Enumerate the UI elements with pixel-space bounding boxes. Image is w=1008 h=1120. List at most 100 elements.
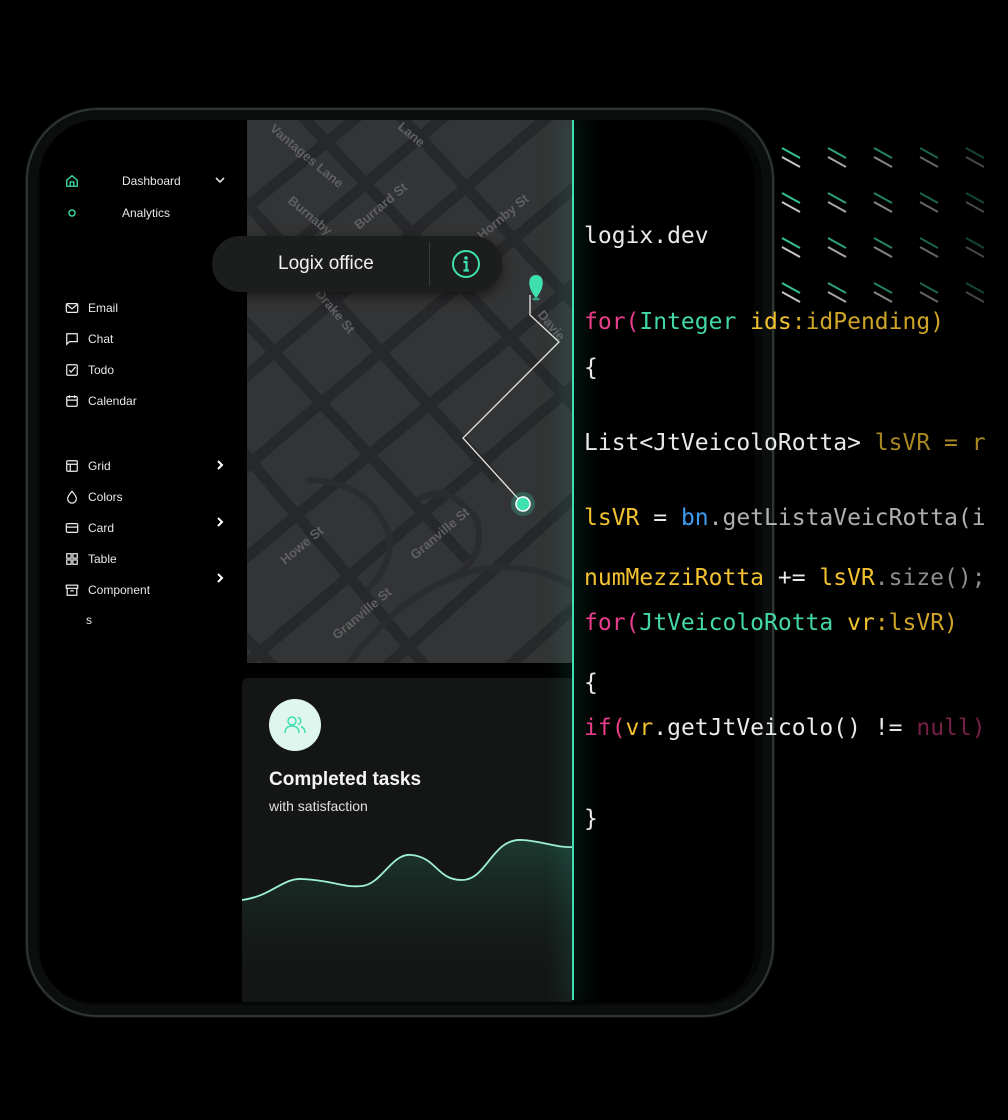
sidebar-item-label: Todo	[88, 363, 115, 377]
archive-icon	[64, 582, 80, 598]
checkbox-icon	[64, 362, 80, 378]
slash-mark	[781, 291, 801, 303]
calendar-icon	[64, 393, 80, 409]
map-view[interactable]: Vantages Lane Lane Burnaby Burrard St Ho…	[247, 120, 572, 663]
slash-mark	[827, 237, 847, 249]
location-callout[interactable]: Logix office	[212, 236, 502, 292]
slash-mark	[965, 147, 985, 159]
slash-mark	[827, 192, 847, 204]
slash-mark	[781, 237, 801, 249]
slash-mark	[873, 282, 893, 294]
sidebar-item-label: Grid	[88, 459, 111, 473]
sidebar-item-analytics[interactable]: Analytics	[64, 205, 170, 221]
sidebar-item-card[interactable]: Card	[64, 520, 114, 536]
sidebar-item-todo[interactable]: Todo	[64, 362, 114, 378]
slash-mark	[919, 291, 939, 303]
sidebar-item-colors[interactable]: Colors	[64, 489, 123, 505]
sidebar-item-label: s	[86, 613, 92, 627]
slash-mark	[919, 282, 939, 294]
chevron-right-icon[interactable]	[214, 572, 226, 584]
code-line: }	[584, 806, 598, 832]
grid-layout-icon	[64, 458, 80, 474]
chevron-right-icon[interactable]	[214, 459, 226, 471]
sidebar-item-table[interactable]: Table	[64, 551, 117, 567]
slash-mark	[827, 282, 847, 294]
callout-divider	[429, 242, 430, 286]
home-icon	[64, 173, 80, 189]
completed-tasks-card: Completed tasks with satisfaction	[242, 678, 572, 1002]
sidebar-item-chat[interactable]: Chat	[64, 331, 113, 347]
info-icon[interactable]	[451, 249, 481, 279]
sidebar-item-label: Component	[88, 583, 151, 597]
card-subtitle: with satisfaction	[269, 798, 368, 814]
slash-mark	[827, 246, 847, 258]
slash-mark	[827, 156, 847, 168]
slash-mark	[873, 291, 893, 303]
sidebar-item-label: Email	[88, 301, 119, 315]
code-line: lsVR = bn.getListaVeicRotta(i	[584, 505, 986, 531]
map-canvas: Vantages Lane Lane Burnaby Burrard St Ho…	[247, 120, 572, 663]
map-street-labels: Vantages Lane Lane Burnaby Burrard St Ho…	[267, 120, 568, 642]
satisfaction-sparkline	[242, 839, 572, 1002]
code-line: for(Integer ids:idPending)	[584, 309, 945, 335]
slash-mark	[919, 246, 939, 258]
slash-mark	[919, 201, 939, 213]
app-screen: Dashboard Analytics Email Chat Todo Cale…	[40, 120, 754, 1002]
slash-mark	[873, 246, 893, 258]
slash-mark	[781, 156, 801, 168]
slash-mark	[827, 147, 847, 159]
users-badge	[269, 699, 321, 751]
code-line: List<JtVeicoloRotta> lsVR = r	[584, 430, 986, 456]
sidebar-item-label: Analytics	[122, 206, 171, 220]
slash-mark	[827, 291, 847, 303]
card-title: Completed tasks	[269, 769, 422, 790]
slash-mark	[873, 147, 893, 159]
code-line: if(vr.getJtVeicolo() != null)	[584, 715, 986, 741]
callout-title: Logix office	[278, 253, 374, 274]
sidebar-item-components[interactable]: Component	[64, 582, 150, 598]
slash-mark	[919, 237, 939, 249]
current-location-marker[interactable]	[511, 492, 535, 516]
slash-mark	[873, 237, 893, 249]
slash-mark	[965, 291, 985, 303]
slash-mark	[781, 246, 801, 258]
slash-mark	[873, 156, 893, 168]
svg-text:Davie: Davie	[535, 307, 569, 343]
slash-mark	[781, 192, 801, 204]
code-line: {	[584, 355, 598, 381]
slash-mark	[965, 201, 985, 213]
slash-mark	[873, 201, 893, 213]
slash-mark	[919, 192, 939, 204]
sidebar-item-grid[interactable]: Grid	[64, 458, 111, 474]
code-line: numMezziRotta += lsVR.size();	[584, 565, 986, 591]
sidebar-item-dashboard[interactable]: Dashboard	[64, 173, 181, 189]
sidebar-item-calendar[interactable]: Calendar	[64, 393, 137, 409]
slash-mark	[965, 246, 985, 258]
code-line: for(JtVeicoloRotta vr:lsVR)	[584, 610, 958, 636]
map-pin-icon[interactable]	[529, 275, 543, 301]
slash-mark	[965, 282, 985, 294]
chat-icon	[64, 331, 80, 347]
slash-mark	[827, 201, 847, 213]
code-domain: logix.dev	[584, 223, 709, 249]
mail-icon	[64, 300, 80, 316]
slash-mark	[965, 192, 985, 204]
slash-mark	[781, 201, 801, 213]
slash-mark	[965, 156, 985, 168]
users-icon	[284, 716, 306, 734]
slash-mark	[781, 147, 801, 159]
slash-mark	[919, 147, 939, 159]
chevron-right-icon[interactable]	[214, 516, 226, 528]
sidebar-item-label: Card	[88, 521, 115, 535]
code-line: {	[584, 670, 598, 696]
sidebar-item-label: Colors	[88, 490, 123, 504]
slash-mark	[781, 282, 801, 294]
card-icon	[64, 520, 80, 536]
slash-mark	[919, 156, 939, 168]
slash-mark	[965, 237, 985, 249]
sidebar-item-label: Chat	[88, 332, 114, 346]
circle-icon	[64, 205, 80, 221]
droplet-icon	[64, 489, 80, 505]
chevron-down-icon[interactable]	[214, 174, 226, 186]
sidebar-item-email[interactable]: Email	[64, 300, 118, 316]
